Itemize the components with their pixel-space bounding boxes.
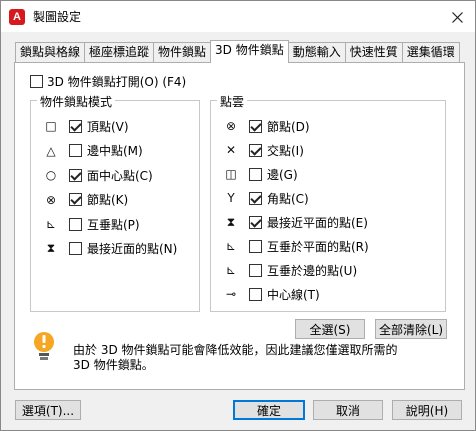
right-snap-symbol-icon: ⧗: [226, 214, 236, 229]
right-row[interactable]: ◫ 邊(G): [223, 165, 298, 183]
tab-strip: 鎖點與格線 極座標追蹤 物件鎖點 3D 物件鎖點 動態輸入 快速性質 選集循環: [15, 40, 460, 63]
right-snap-label: 交點(I): [267, 143, 304, 158]
autocad-app-icon: A: [9, 8, 25, 25]
left-snap-checkbox[interactable]: [69, 242, 82, 255]
right-snap-checkbox[interactable]: [249, 191, 262, 205]
left-snap-symbol-icon: ⊗: [45, 192, 57, 207]
right-snap-label: 節點(D): [267, 119, 310, 134]
3d-osnap-on-checkbox[interactable]: [30, 75, 43, 88]
right-snap-symbol-icon: ◫: [225, 167, 237, 181]
left-row[interactable]: ⊾ 互垂點(P): [43, 215, 140, 233]
performance-info-text: 由於 3D 物件鎖點可能會降低效能，因此建議您僅選取所需的 3D 物件鎖點。: [73, 343, 413, 373]
left-snap-label: 頂點(V): [87, 119, 129, 134]
right-snap-symbol-icon: ⊗: [225, 119, 237, 133]
drafting-settings-dialog: A 製圖設定 鎖點與格線 極座標追蹤 物件鎖點 3D 物件鎖點 動態輸入 快速性…: [0, 0, 476, 431]
tab-object-snap[interactable]: 物件鎖點: [153, 42, 212, 63]
tab-dynamic-input[interactable]: 動態輸入: [287, 42, 346, 63]
tab-3d-object-snap[interactable]: 3D 物件鎖點: [210, 40, 289, 63]
right-snap-label: 中心線(T): [267, 287, 320, 302]
ok-button[interactable]: 確定: [233, 400, 305, 420]
tab-snap-grid[interactable]: 鎖點與格線: [15, 42, 86, 63]
close-icon: [451, 11, 463, 23]
left-row[interactable]: ⊗ 節點(K): [43, 191, 128, 209]
right-snap-checkbox[interactable]: [249, 215, 262, 229]
help-button[interactable]: 說明(H): [392, 400, 462, 420]
right-snap-checkbox[interactable]: [249, 143, 262, 157]
right-row[interactable]: ⊾ 互垂於邊的點(U): [223, 261, 357, 279]
right-snap-checkbox[interactable]: [249, 263, 262, 277]
select-all-button[interactable]: 全選(S): [295, 319, 365, 339]
info-line-1: 由於 3D 物件鎖點可能會降低效能，因此建議您僅選取所需的: [73, 343, 398, 357]
right-snap-checkbox[interactable]: [249, 167, 262, 181]
right-snap-symbol-icon: ⊾: [225, 239, 237, 253]
clear-all-button[interactable]: 全部清除(L): [375, 319, 447, 339]
right-snap-label: 邊(G): [267, 167, 298, 182]
left-snap-label: 互垂點(P): [87, 217, 140, 232]
right-snap-label: 互垂於平面的點(R): [267, 239, 369, 254]
close-button[interactable]: [447, 7, 467, 27]
right-row[interactable]: ⊾ 互垂於平面的點(R): [223, 237, 369, 255]
lightbulb-icon: [34, 332, 54, 360]
right-snap-symbol-icon: ✕: [225, 143, 237, 157]
right-row[interactable]: Y 角點(C): [223, 189, 309, 207]
left-row[interactable]: △ 邊中點(M): [43, 142, 143, 160]
right-snap-checkbox[interactable]: [249, 239, 262, 253]
left-snap-label: 面中心點(C): [87, 168, 153, 183]
left-snap-label: 邊中點(M): [87, 144, 143, 158]
left-snap-checkbox[interactable]: [69, 168, 82, 182]
right-snap-checkbox[interactable]: [249, 287, 262, 301]
left-snap-checkbox[interactable]: [69, 144, 82, 157]
left-row[interactable]: ⧗ 最接近面的點(N): [43, 240, 178, 258]
left-snap-checkbox[interactable]: [69, 217, 82, 231]
right-snap-label: 角點(C): [267, 191, 309, 206]
window-title: 製圖設定: [33, 10, 82, 24]
left-snap-symbol-icon: ○: [45, 168, 57, 182]
title-bar: A 製圖設定: [1, 1, 475, 32]
right-snap-label: 互垂於邊的點(U): [267, 263, 358, 278]
cancel-button[interactable]: 取消: [313, 400, 383, 420]
point-cloud-title: 點雲: [217, 93, 248, 110]
right-row[interactable]: ⧗ 最接近平面的點(E): [223, 213, 368, 231]
left-snap-checkbox[interactable]: [69, 119, 82, 133]
left-snap-symbol-icon: △: [46, 143, 56, 158]
right-snap-checkbox[interactable]: [249, 119, 262, 133]
3d-osnap-toggle-row[interactable]: 3D 物件鎖點打開(O) (F4): [30, 73, 186, 90]
tab-quick-properties[interactable]: 快速性質: [344, 42, 403, 63]
3d-osnap-on-label: 3D 物件鎖點打開(O) (F4): [47, 75, 187, 89]
right-row[interactable]: ⊗ 節點(D): [223, 117, 310, 135]
right-row[interactable]: ✕ 交點(I): [223, 141, 304, 159]
right-snap-symbol-icon: Y: [227, 191, 235, 205]
info-line-2: 3D 物件鎖點。: [73, 358, 154, 372]
left-snap-symbol-icon: □: [45, 119, 57, 133]
left-snap-symbol-icon: ⧗: [46, 241, 56, 255]
right-snap-symbol-icon: ⊸: [225, 287, 237, 301]
tab-selection-cycling[interactable]: 選集循環: [401, 42, 460, 63]
left-snap-label: 最接近面的點(N): [87, 242, 178, 256]
right-snap-label: 最接近平面的點(E): [267, 215, 368, 230]
right-snap-symbol-icon: ⊾: [225, 263, 237, 277]
left-row[interactable]: ○ 面中心點(C): [43, 166, 153, 184]
options-button[interactable]: 選項(T)...: [15, 400, 81, 420]
right-row[interactable]: ⊸ 中心線(T): [223, 285, 320, 303]
left-row[interactable]: □ 頂點(V): [43, 117, 129, 135]
left-snap-symbol-icon: ⊾: [45, 217, 57, 231]
tab-polar-tracking[interactable]: 極座標追蹤: [84, 42, 155, 63]
left-snap-label: 節點(K): [87, 193, 129, 207]
left-snap-checkbox[interactable]: [69, 193, 82, 206]
object-snap-modes-title: 物件鎖點模式: [37, 93, 116, 110]
